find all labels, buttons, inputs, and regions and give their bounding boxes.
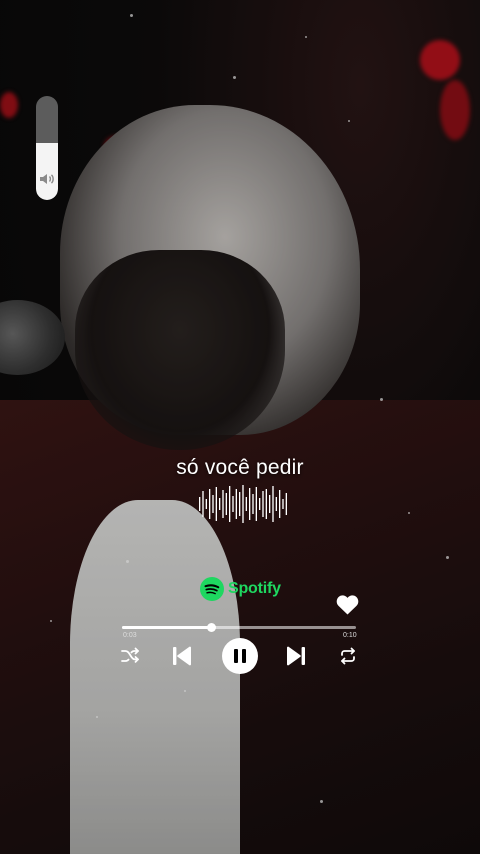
- waveform-bar: [239, 492, 241, 516]
- waveform-bar: [205, 499, 207, 509]
- heart-icon[interactable]: [336, 594, 359, 615]
- waveform-bar: [279, 490, 281, 518]
- elapsed-time: 0:03: [123, 632, 137, 639]
- spotify-logo-icon: [200, 577, 224, 601]
- volume-slider[interactable]: [36, 96, 58, 200]
- waveform-bar: [225, 493, 227, 515]
- waveform-bar: [212, 495, 214, 513]
- skip-previous-icon[interactable]: [171, 645, 193, 667]
- waveform-bar: [222, 490, 224, 518]
- background-photo: [0, 0, 480, 854]
- skip-next-icon[interactable]: [285, 645, 307, 667]
- waveform-bar: [215, 487, 217, 521]
- waveform-bar: [232, 496, 234, 512]
- spotify-wordmark: Spotify: [228, 580, 281, 597]
- spotify-brand: Spotify: [200, 577, 281, 601]
- progress-played: [122, 626, 211, 629]
- waveform-bar: [262, 491, 264, 517]
- waveform-bar: [245, 497, 247, 511]
- waveform-bar: [242, 485, 244, 523]
- waveform-bar: [235, 489, 237, 519]
- shuffle-icon[interactable]: [120, 646, 140, 666]
- waveform-bar: [199, 497, 201, 511]
- repeat-icon[interactable]: [338, 646, 358, 666]
- waveform-bar: [202, 491, 204, 517]
- waveform-bar: [285, 493, 287, 515]
- progress-knob[interactable]: [206, 623, 216, 632]
- lyric-text: só você pedir: [176, 456, 304, 479]
- waveform-bar: [219, 498, 221, 510]
- waveform-bar: [282, 499, 284, 509]
- waveform-bar: [269, 495, 271, 513]
- pause-button[interactable]: [222, 638, 258, 674]
- waveform-bar: [272, 486, 274, 522]
- total-time: 0:10: [343, 632, 357, 639]
- waveform-bar: [275, 497, 277, 511]
- waveform-bar: [229, 486, 231, 522]
- speaker-icon: [40, 174, 54, 184]
- waveform-bar: [249, 488, 251, 520]
- waveform-bar: [265, 489, 267, 519]
- audio-waveform: [199, 485, 287, 523]
- waveform-bar: [255, 487, 257, 521]
- pause-icon: [234, 649, 238, 663]
- progress-bar[interactable]: [122, 623, 356, 632]
- waveform-bar: [259, 498, 261, 510]
- waveform-bar: [209, 489, 211, 519]
- waveform-bar: [252, 494, 254, 514]
